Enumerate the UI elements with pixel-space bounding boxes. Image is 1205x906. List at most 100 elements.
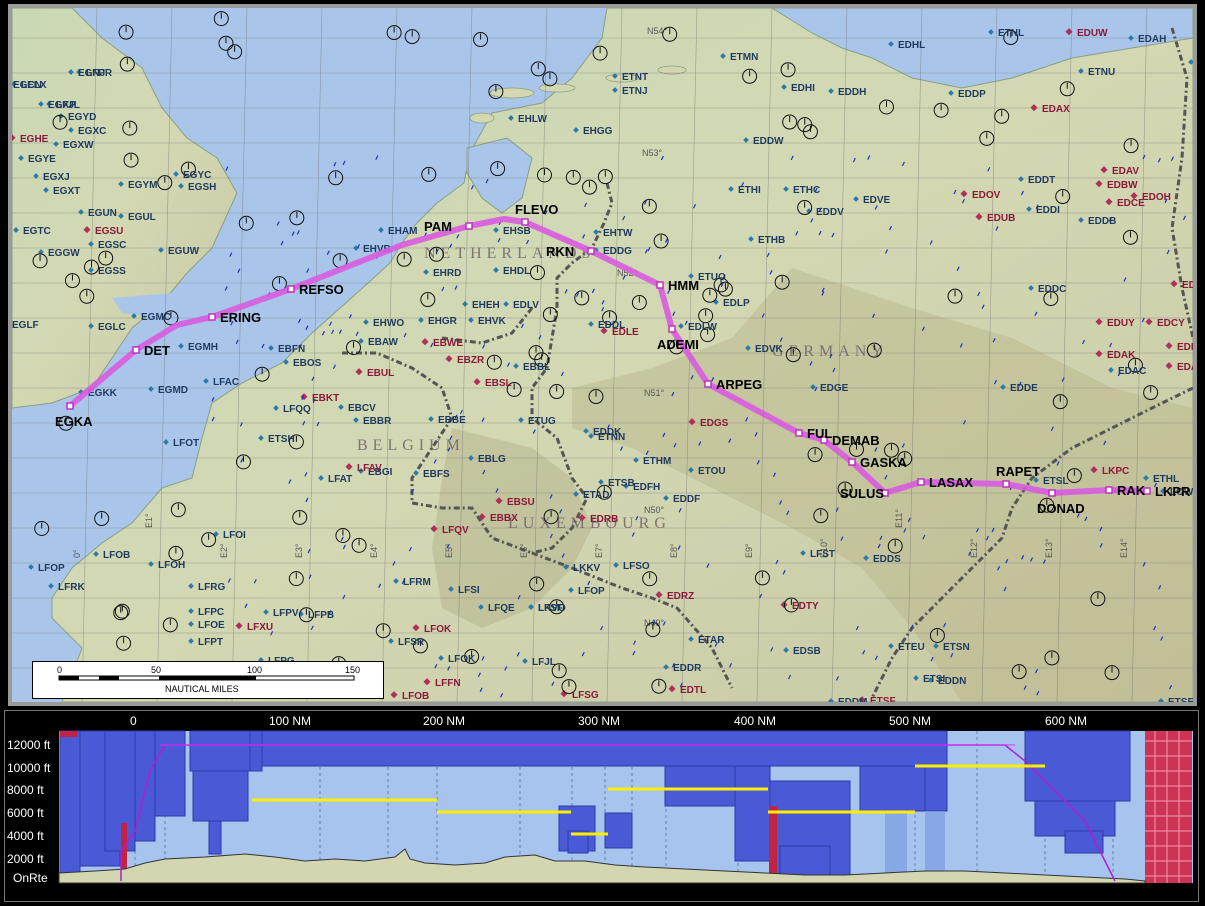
airport-label[interactable]: EDDE	[1010, 383, 1038, 394]
airport-label[interactable]: EBBE	[438, 415, 466, 426]
airport-label[interactable]: EBBL	[523, 362, 550, 373]
airport-label[interactable]: LELX	[21, 80, 47, 91]
airport-label[interactable]: LFOB	[402, 691, 429, 702]
airport-label[interactable]: ETNL	[998, 28, 1024, 39]
airport-label[interactable]: EGUW	[168, 246, 200, 257]
airport-label[interactable]: EDCE	[1117, 198, 1145, 209]
waypoint-label-ering[interactable]: ERING	[220, 310, 261, 325]
airport-label[interactable]: EHSB	[503, 226, 531, 237]
airport-label[interactable]: EDVK	[755, 344, 784, 355]
airport-label[interactable]: ETNJ	[622, 86, 648, 97]
airport-label[interactable]: EGYC	[183, 170, 211, 181]
airport-label[interactable]: ETSH	[268, 434, 295, 445]
airport-label[interactable]: EBFS	[423, 469, 450, 480]
airport-label[interactable]: EHAM	[388, 226, 417, 237]
airport-label[interactable]: EHVK	[478, 316, 507, 327]
airport-label[interactable]: ETSF	[870, 696, 896, 702]
airport-label[interactable]: EDAC	[1118, 366, 1146, 377]
airport-label[interactable]: EDCD	[1182, 280, 1193, 291]
waypoint-marker-arpeg[interactable]	[704, 380, 712, 388]
airport-label[interactable]: EBBX	[490, 513, 518, 524]
airport-label[interactable]: ETSN	[943, 642, 970, 653]
airport-label[interactable]: ETSE	[1168, 697, 1193, 702]
airport-label[interactable]: EDDV	[816, 207, 844, 218]
waypoint-label-rkn[interactable]: RKN	[546, 244, 574, 259]
waypoint-marker-ful[interactable]	[795, 429, 803, 437]
airport-label[interactable]: EBZR	[457, 355, 485, 366]
airport-label[interactable]: EDCY	[1157, 318, 1185, 329]
waypoint-marker-gaska[interactable]	[848, 458, 856, 466]
airport-label[interactable]: LFPC	[198, 607, 224, 618]
airport-label[interactable]: EDBW	[1107, 180, 1138, 191]
waypoint-label-gaska[interactable]: GASKA	[860, 455, 908, 470]
airport-label[interactable]: ETNT	[622, 72, 648, 83]
airport-label[interactable]: LFRM	[403, 577, 431, 588]
airport-label[interactable]: ETSB	[608, 478, 635, 489]
airport-label[interactable]: EDVE	[863, 195, 891, 206]
airport-label[interactable]: EDOH	[1142, 192, 1171, 203]
airport-label[interactable]: EDLV	[513, 300, 539, 311]
airport-label[interactable]: EBLG	[478, 454, 506, 465]
airport-label[interactable]: LFAV	[357, 463, 382, 474]
airport-label[interactable]: LFPR	[86, 68, 113, 79]
airport-label[interactable]: LFOP	[578, 586, 605, 597]
airport-label[interactable]: EGTC	[23, 226, 51, 237]
airport-label[interactable]: ETNU	[1088, 67, 1115, 78]
airport-label[interactable]: EDSB	[793, 646, 821, 657]
airport-label[interactable]: LFPT	[198, 637, 223, 648]
airport-label[interactable]: EGUN	[88, 208, 117, 219]
airport-label[interactable]: EGSS	[98, 266, 126, 277]
airport-label[interactable]: EBSU	[507, 497, 535, 508]
airport-label[interactable]: EGSU	[95, 226, 123, 237]
airport-label[interactable]: LFOP	[38, 563, 65, 574]
airport-label[interactable]: EBCV	[348, 403, 376, 414]
airport-label[interactable]: LFAC	[213, 377, 239, 388]
airport-label[interactable]: EGMH	[188, 342, 218, 353]
airport-label[interactable]: EGHE	[20, 134, 49, 145]
airport-label[interactable]: EGMC	[141, 312, 171, 323]
airport-label[interactable]: EBSL	[485, 378, 512, 389]
airport-label[interactable]: EDDI	[1036, 205, 1060, 216]
airport-label[interactable]: LFOH	[158, 560, 185, 571]
airport-label[interactable]: LFOE	[198, 620, 225, 631]
airport-label[interactable]: EDDF	[673, 494, 700, 505]
airport-label[interactable]: EDBR	[1177, 342, 1193, 353]
airport-label[interactable]: EDAX	[1042, 104, 1070, 115]
airport-label[interactable]: LFQQ	[283, 404, 311, 415]
airport-label[interactable]: EHGG	[583, 126, 613, 137]
airport-label[interactable]: EDFH	[633, 482, 660, 493]
waypoint-label-det[interactable]: DET	[144, 343, 170, 358]
airport-label[interactable]: ETAR	[698, 635, 725, 646]
airport-label[interactable]: EGXJ	[43, 172, 70, 183]
airport-label[interactable]: LKVO	[538, 603, 566, 614]
airport-label[interactable]: EDHI	[791, 83, 815, 94]
waypoint-marker-det[interactable]	[132, 346, 140, 354]
airport-label[interactable]: EHTW	[603, 228, 633, 239]
airport-label[interactable]: LFOB	[103, 550, 130, 561]
waypoint-label-rak[interactable]: RAK	[1117, 483, 1146, 498]
airport-label[interactable]: EDTY	[792, 601, 819, 612]
waypoint-label-ful[interactable]: FUL	[807, 426, 832, 441]
waypoint-marker-pam[interactable]	[465, 222, 473, 230]
airport-label[interactable]: EDRZ	[667, 591, 694, 602]
airport-label[interactable]: LFXU	[247, 622, 273, 633]
airport-label[interactable]: ETSL	[1043, 476, 1069, 487]
airport-label[interactable]: EGSC	[98, 240, 126, 251]
waypoint-label-flevo[interactable]: FLEVO	[515, 202, 558, 217]
waypoint-label-rapet[interactable]: RAPET	[996, 464, 1040, 479]
airport-label[interactable]: EGXC	[78, 126, 106, 137]
airport-label[interactable]: LFOK	[424, 624, 452, 635]
airport-label[interactable]: EDUW	[1077, 28, 1108, 39]
airport-label[interactable]: EHWO	[373, 318, 404, 329]
airport-label[interactable]: EDUY	[1107, 318, 1135, 329]
airport-label[interactable]: EGLC	[98, 322, 126, 333]
airport-label[interactable]: EBOS	[293, 358, 322, 369]
waypoint-label-demab[interactable]: DEMAB	[832, 433, 880, 448]
airport-label[interactable]: ETAD	[583, 490, 609, 501]
airport-label[interactable]: EDAK	[1107, 350, 1136, 361]
airport-label[interactable]: EGUL	[128, 212, 156, 223]
waypoint-label-donad[interactable]: DONAD	[1037, 501, 1085, 516]
airport-label[interactable]: EBWE	[433, 338, 463, 349]
waypoint-label-lasax[interactable]: LASAX	[929, 475, 973, 490]
airport-label[interactable]: LFAT	[328, 474, 352, 485]
